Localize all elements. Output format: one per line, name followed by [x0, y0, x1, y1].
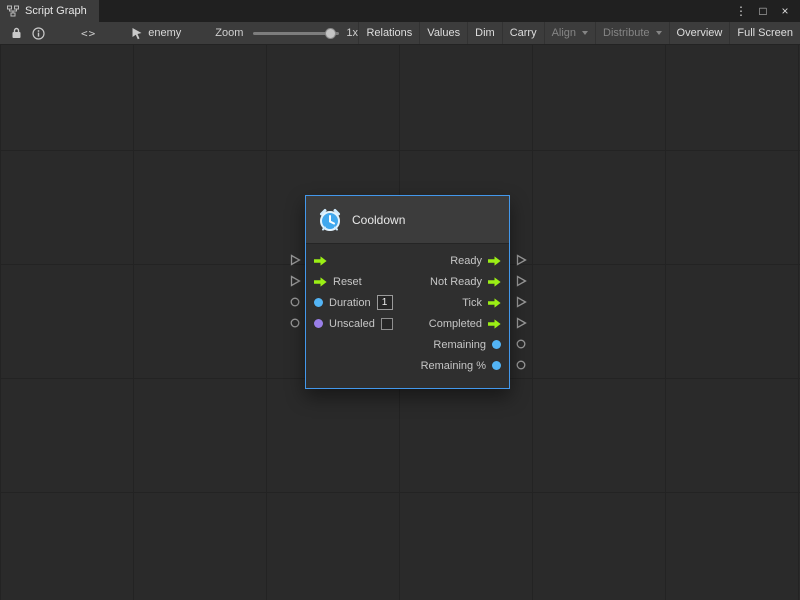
value-port-icon — [314, 319, 323, 328]
completed-output-port[interactable]: Completed — [429, 318, 501, 330]
dropdown-caret-icon — [582, 31, 588, 35]
graph-icon — [7, 5, 19, 17]
unscaled-input-connector[interactable] — [288, 312, 302, 333]
flow-arrow-icon — [488, 256, 501, 266]
remaining-pct-output-connector[interactable] — [514, 354, 528, 375]
flow-arrow-icon — [314, 256, 327, 266]
overview-button[interactable]: Overview — [669, 22, 730, 44]
code-view-button[interactable]: <> — [76, 22, 101, 44]
port-label: Duration — [329, 297, 371, 309]
value-port-icon — [314, 298, 323, 307]
port-label: Tick — [462, 297, 482, 309]
graph-breadcrumb[interactable]: enemy — [131, 27, 181, 40]
unscaled-input-port[interactable]: Unscaled — [314, 318, 393, 330]
output-connectors — [514, 249, 528, 375]
not-ready-output-connector[interactable] — [514, 270, 528, 291]
window-titlebar: Script Graph ⋮ □ × — [0, 0, 800, 22]
relations-label: Relations — [366, 27, 412, 39]
lock-icon — [11, 27, 22, 39]
completed-output-connector[interactable] — [514, 312, 528, 333]
port-label: Not Ready — [430, 276, 482, 288]
duration-input-port[interactable]: Duration — [314, 295, 393, 310]
flow-arrow-icon — [314, 277, 327, 287]
alarm-clock-icon — [317, 207, 343, 233]
reset-input-port[interactable]: Reset — [314, 276, 362, 288]
graph-canvas[interactable]: Cooldown Ready Reset Not Ready — [0, 45, 800, 600]
cooldown-node[interactable]: Cooldown Ready Reset Not Ready — [305, 195, 510, 389]
align-label: Align — [552, 27, 576, 39]
lock-button[interactable] — [6, 22, 27, 44]
zoom-value: 1x — [346, 27, 358, 39]
distribute-label: Distribute — [603, 27, 649, 39]
values-label: Values — [427, 27, 460, 39]
value-port-icon — [492, 340, 501, 349]
remaining-pct-output-port[interactable]: Remaining % — [421, 360, 501, 372]
node-title: Cooldown — [352, 213, 405, 227]
reset-input-connector[interactable] — [288, 270, 302, 291]
port-row: Duration Tick — [306, 292, 509, 313]
code-icon: <> — [81, 27, 96, 40]
port-label: Reset — [333, 276, 362, 288]
full-screen-label: Full Screen — [737, 27, 793, 39]
carry-button[interactable]: Carry — [502, 22, 544, 44]
graph-toolbar: <> enemy Zoom 1x Relations Values Dim Ca… — [0, 22, 800, 45]
zoom-label: Zoom — [215, 27, 243, 39]
flow-input-port[interactable] — [314, 256, 327, 266]
info-icon — [32, 27, 45, 40]
graph-name: enemy — [148, 27, 181, 39]
port-label: Completed — [429, 318, 482, 330]
port-row: Remaining — [306, 334, 509, 355]
remaining-output-connector[interactable] — [514, 333, 528, 354]
not-ready-output-port[interactable]: Not Ready — [430, 276, 501, 288]
ready-output-connector[interactable] — [514, 249, 528, 270]
info-button[interactable] — [27, 22, 50, 44]
node-header[interactable]: Cooldown — [306, 196, 509, 244]
flow-input-connector[interactable] — [288, 249, 302, 270]
unscaled-checkbox[interactable] — [381, 318, 393, 330]
duration-field[interactable] — [377, 295, 393, 310]
port-label: Remaining — [433, 339, 486, 351]
tab-script-graph[interactable]: Script Graph — [0, 0, 99, 22]
remaining-output-port[interactable]: Remaining — [433, 339, 501, 351]
flow-arrow-icon — [488, 319, 501, 329]
tick-output-connector[interactable] — [514, 291, 528, 312]
value-port-icon — [492, 361, 501, 370]
carry-label: Carry — [510, 27, 537, 39]
tab-title: Script Graph — [25, 5, 87, 17]
align-dropdown[interactable]: Align — [544, 22, 595, 44]
distribute-dropdown[interactable]: Distribute — [595, 22, 668, 44]
window-menu-button[interactable]: ⋮ — [732, 2, 750, 20]
flow-arrow-icon — [488, 298, 501, 308]
port-row: Unscaled Completed — [306, 313, 509, 334]
port-label: Remaining % — [421, 360, 486, 372]
port-row: Remaining % — [306, 355, 509, 376]
window-close-button[interactable]: × — [776, 2, 794, 20]
port-row: Reset Not Ready — [306, 271, 509, 292]
dropdown-caret-icon — [656, 31, 662, 35]
zoom-slider[interactable] — [253, 32, 339, 35]
port-label: Ready — [450, 255, 482, 267]
full-screen-button[interactable]: Full Screen — [729, 22, 800, 44]
tick-output-port[interactable]: Tick — [462, 297, 501, 309]
port-row: Ready — [306, 250, 509, 271]
ready-output-port[interactable]: Ready — [450, 255, 501, 267]
duration-input-connector[interactable] — [288, 291, 302, 312]
window-maximize-button[interactable]: □ — [754, 2, 772, 20]
values-button[interactable]: Values — [419, 22, 467, 44]
node-body: Ready Reset Not Ready Duration — [306, 244, 509, 388]
overview-label: Overview — [677, 27, 723, 39]
port-label: Unscaled — [329, 318, 375, 330]
flow-arrow-icon — [488, 277, 501, 287]
zoom-slider-handle[interactable] — [325, 28, 336, 39]
input-connectors — [288, 249, 302, 333]
cursor-icon — [131, 27, 143, 40]
relations-button[interactable]: Relations — [358, 22, 419, 44]
dim-label: Dim — [475, 27, 495, 39]
dim-button[interactable]: Dim — [467, 22, 502, 44]
